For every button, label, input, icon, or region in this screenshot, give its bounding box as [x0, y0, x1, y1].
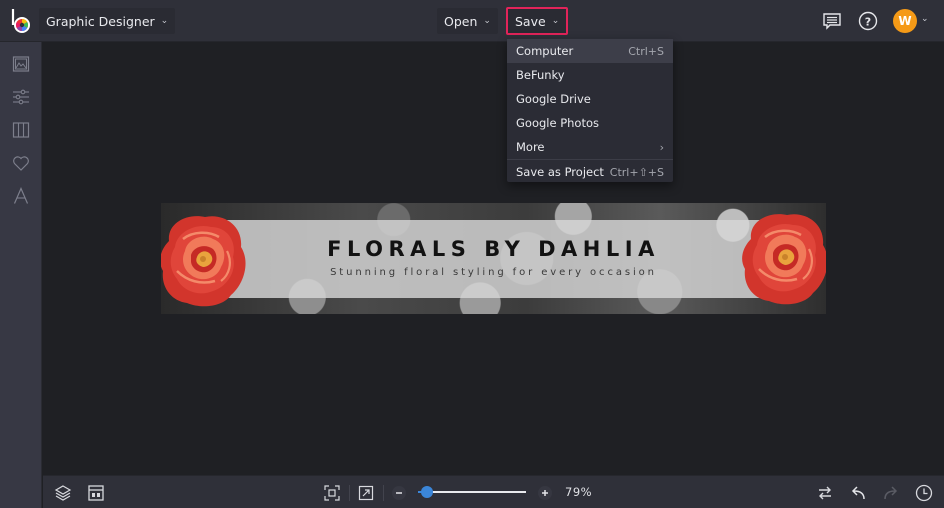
menu-item-save-as-project[interactable]: Save as Project Ctrl+⇧+S: [507, 160, 673, 184]
toolbar-divider: [383, 485, 384, 501]
menu-item-befunky[interactable]: BeFunky: [507, 63, 673, 87]
open-button[interactable]: Open ⌄: [437, 8, 498, 34]
sliders-icon: [13, 89, 29, 104]
sidebar: [0, 42, 42, 508]
svg-text:?: ?: [865, 15, 871, 28]
layers-button[interactable]: [52, 482, 74, 504]
undo-button[interactable]: [847, 482, 869, 504]
open-label: Open: [444, 13, 478, 29]
top-bar: Graphic Designer ⌄ Open ⌄ Save ⌄ ? W ⌄: [0, 0, 944, 42]
swap-icon: [819, 486, 831, 500]
avatar-initial: W: [898, 14, 912, 28]
user-avatar[interactable]: W: [893, 9, 917, 33]
rose-graphic-right[interactable]: [739, 209, 826, 309]
banner-subtitle[interactable]: Stunning floral styling for every occasi…: [161, 267, 826, 278]
app-name: Graphic Designer: [46, 13, 155, 29]
help-icon[interactable]: ?: [856, 9, 880, 33]
design-banner[interactable]: FLORALS BY DAHLIA Stunning floral stylin…: [161, 203, 826, 314]
text-icon: [13, 186, 29, 204]
menu-item-shortcut: Ctrl+S: [628, 44, 664, 58]
expand-icon: [358, 485, 374, 501]
save-label: Save: [515, 13, 546, 29]
layout-button[interactable]: [85, 482, 107, 504]
sidebar-item-image[interactable]: [0, 47, 42, 80]
menu-item-label: Google Drive: [516, 92, 591, 106]
zoom-in-button[interactable]: [534, 482, 556, 504]
chevron-right-icon: ›: [659, 140, 664, 154]
zoom-percentage: 79%: [565, 485, 593, 499]
undo-icon: [851, 486, 865, 500]
zoom-out-button[interactable]: [388, 482, 410, 504]
app-switcher-dropdown[interactable]: Graphic Designer ⌄: [39, 8, 176, 34]
sidebar-item-graphics[interactable]: [0, 146, 42, 179]
fit-screen-icon: [324, 485, 340, 501]
toolbar-divider: [349, 485, 350, 501]
sidebar-item-layout[interactable]: [0, 113, 42, 146]
image-icon: [12, 55, 30, 72]
menu-item-google-photos[interactable]: Google Photos: [507, 111, 673, 135]
zoom-slider[interactable]: [418, 486, 526, 498]
actual-size-button[interactable]: [355, 482, 377, 504]
flip-button[interactable]: [814, 482, 836, 504]
menu-item-shortcut: Ctrl+⇧+S: [609, 165, 664, 179]
plus-icon: [538, 486, 552, 500]
menu-item-google-drive[interactable]: Google Drive: [507, 87, 673, 111]
menu-item-computer[interactable]: Computer Ctrl+S: [507, 39, 673, 63]
save-dropdown-menu: Computer Ctrl+S BeFunky Google Drive Goo…: [507, 38, 673, 182]
sidebar-item-adjust[interactable]: [0, 80, 42, 113]
chevron-down-icon: ⌄: [160, 16, 169, 26]
menu-item-label: More: [516, 140, 545, 154]
chevron-down-icon: ⌄: [551, 16, 560, 26]
menu-item-more[interactable]: More ›: [507, 135, 673, 159]
redo-icon: [884, 486, 898, 500]
heart-icon: [13, 155, 29, 171]
rose-graphic-left[interactable]: [161, 211, 249, 311]
feedback-icon[interactable]: [820, 9, 844, 33]
clock-icon: [915, 484, 933, 502]
sidebar-item-text[interactable]: [0, 179, 42, 212]
save-button[interactable]: Save ⌄: [506, 7, 569, 35]
layers-icon: [54, 485, 72, 501]
zoom-slider-thumb[interactable]: [420, 486, 433, 498]
app: Graphic Designer ⌄ Open ⌄ Save ⌄ ? W ⌄ F…: [0, 0, 944, 508]
bottom-toolbar: 79%: [43, 475, 944, 508]
banner-title[interactable]: FLORALS BY DAHLIA: [161, 237, 826, 261]
columns-icon: [12, 121, 30, 138]
template-icon: [88, 485, 104, 501]
befunky-logo-icon[interactable]: [10, 8, 34, 34]
menu-item-label: Computer: [516, 44, 574, 58]
minus-icon: [392, 486, 406, 500]
menu-item-label: Save as Project: [516, 165, 604, 179]
chevron-down-icon[interactable]: ⌄: [921, 14, 929, 24]
history-button[interactable]: [913, 482, 935, 504]
fit-to-screen-button[interactable]: [321, 482, 343, 504]
menu-item-label: Google Photos: [516, 116, 600, 130]
menu-item-label: BeFunky: [516, 68, 565, 82]
redo-button[interactable]: [880, 482, 902, 504]
chevron-down-icon: ⌄: [483, 16, 491, 26]
